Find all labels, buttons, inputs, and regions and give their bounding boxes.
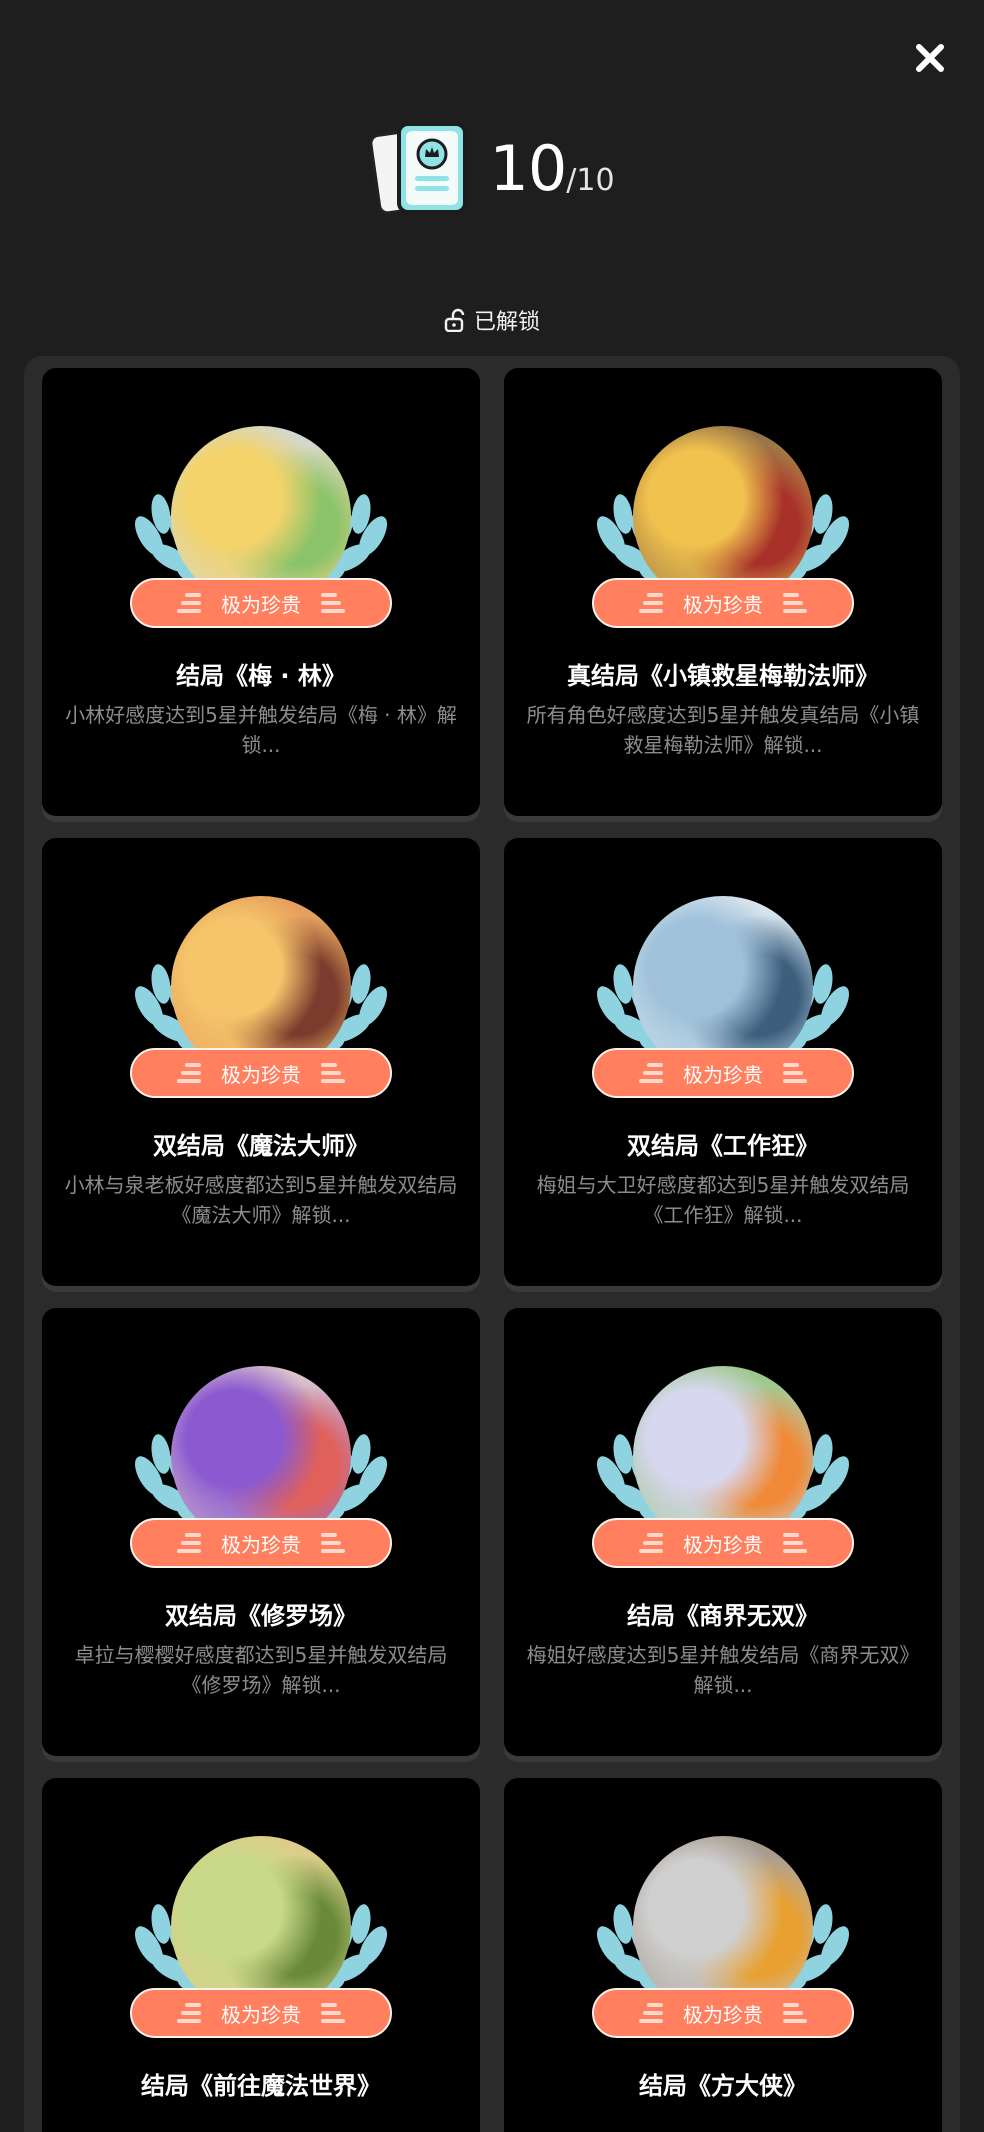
endings-grid: 极为珍贵 结局《梅 · 林》 小林好感度达到5星并触发结局《梅 · 林》解锁..… <box>42 368 942 2132</box>
ending-card[interactable]: 极为珍贵 真结局《小镇救星梅勒法师》 所有角色好感度达到5星并触发真结局《小镇救… <box>504 368 942 816</box>
badge-stripes-icon <box>321 2003 345 2023</box>
ending-description: 小林好感度达到5星并触发结局《梅 · 林》解锁... <box>65 703 457 757</box>
ending-medal: 极为珍贵 <box>592 1836 854 2038</box>
unlocked-filter[interactable]: 已解锁 <box>0 302 984 338</box>
collection-header: 10 / 10 <box>0 118 984 218</box>
rarity-badge: 极为珍贵 <box>130 1048 392 1098</box>
badge-stripes-icon <box>177 593 201 613</box>
ending-card[interactable]: 极为珍贵 结局《梅 · 林》 小林好感度达到5星并触发结局《梅 · 林》解锁..… <box>42 368 480 816</box>
ending-description: 卓拉与樱樱好感度都达到5星并触发双结局《修罗场》解锁... <box>74 1643 448 1697</box>
badge-stripes-icon <box>321 593 345 613</box>
rarity-label: 极为珍贵 <box>683 1062 763 1087</box>
ending-medal: 极为珍贵 <box>130 1366 392 1568</box>
ending-card[interactable]: 极为珍贵 双结局《魔法大师》 小林与泉老板好感度都达到5星并触发双结局《魔法大师… <box>42 838 480 1286</box>
badge-stripes-icon <box>783 2003 807 2023</box>
unlock-counter: 10 / 10 <box>489 132 614 205</box>
badge-stripes-icon <box>783 593 807 613</box>
ending-card[interactable]: 极为珍贵 结局《商界无双》 梅姐好感度达到5星并触发结局《商界无双》解锁... <box>504 1308 942 1756</box>
badge-stripes-icon <box>321 1063 345 1083</box>
rarity-badge: 极为珍贵 <box>592 578 854 628</box>
rarity-label: 极为珍贵 <box>221 1532 301 1557</box>
badge-stripes-icon <box>639 1063 663 1083</box>
rarity-badge: 极为珍贵 <box>592 1988 854 2038</box>
rarity-label: 极为珍贵 <box>683 592 763 617</box>
badge-stripes-icon <box>177 1063 201 1083</box>
badge-stripes-icon <box>177 2003 201 2023</box>
ending-description: 梅姐好感度达到5星并触发结局《商界无双》解锁... <box>526 1643 920 1697</box>
badge-stripes-icon <box>639 1533 663 1553</box>
ending-medal: 极为珍贵 <box>130 426 392 628</box>
ending-card[interactable]: 极为珍贵 结局《前往魔法世界》 <box>42 1778 480 2132</box>
ending-card[interactable]: 极为珍贵 双结局《修罗场》 卓拉与樱樱好感度都达到5星并触发双结局《修罗场》解锁… <box>42 1308 480 1756</box>
rarity-label: 极为珍贵 <box>221 592 301 617</box>
ending-card[interactable]: 极为珍贵 双结局《工作狂》 梅姐与大卫好感度都达到5星并触发双结局《工作狂》解锁… <box>504 838 942 1286</box>
rarity-badge: 极为珍贵 <box>130 578 392 628</box>
ending-description: 梅姐与大卫好感度都达到5星并触发双结局《工作狂》解锁... <box>536 1173 910 1227</box>
badge-stripes-icon <box>639 2003 663 2023</box>
ending-title: 双结局《修罗场》 <box>165 1602 357 1630</box>
ending-title: 双结局《魔法大师》 <box>153 1132 369 1160</box>
rarity-label: 极为珍贵 <box>221 2002 301 2027</box>
rarity-badge: 极为珍贵 <box>130 1988 392 2038</box>
counter-separator: / <box>566 162 577 198</box>
rarity-label: 极为珍贵 <box>683 2002 763 2027</box>
ending-description: 所有角色好感度达到5星并触发真结局《小镇救星梅勒法师》解锁... <box>526 703 920 757</box>
unlock-icon <box>444 308 465 332</box>
badge-stripes-icon <box>639 593 663 613</box>
ending-card[interactable]: 极为珍贵 结局《方大侠》 <box>504 1778 942 2132</box>
total-count: 10 <box>576 162 615 198</box>
rarity-badge: 极为珍贵 <box>592 1518 854 1568</box>
close-icon <box>916 44 944 72</box>
unlocked-label: 已解锁 <box>473 310 540 335</box>
ending-medal: 极为珍贵 <box>592 426 854 628</box>
ending-title: 结局《前往魔法世界》 <box>141 2072 381 2100</box>
ending-medal: 极为珍贵 <box>592 896 854 1098</box>
badge-stripes-icon <box>177 1533 201 1553</box>
badge-stripes-icon <box>783 1063 807 1083</box>
ending-title: 结局《梅 · 林》 <box>176 662 346 690</box>
ending-medal: 极为珍贵 <box>130 1836 392 2038</box>
rarity-label: 极为珍贵 <box>683 1532 763 1557</box>
ending-title: 结局《商界无双》 <box>627 1602 819 1630</box>
close-button[interactable] <box>908 36 952 80</box>
rarity-badge: 极为珍贵 <box>592 1048 854 1098</box>
unlocked-count: 10 <box>489 131 567 205</box>
badge-stripes-icon <box>783 1533 807 1553</box>
ending-description: 小林与泉老板好感度都达到5星并触发双结局《魔法大师》解锁... <box>64 1173 458 1227</box>
ending-title: 结局《方大侠》 <box>639 2072 807 2100</box>
ending-title: 双结局《工作狂》 <box>627 1132 819 1160</box>
card-collection-icon <box>369 122 468 215</box>
ending-medal: 极为珍贵 <box>130 896 392 1098</box>
rarity-badge: 极为珍贵 <box>130 1518 392 1568</box>
badge-stripes-icon <box>321 1533 345 1553</box>
rarity-label: 极为珍贵 <box>221 1062 301 1087</box>
ending-medal: 极为珍贵 <box>592 1366 854 1568</box>
ending-title: 真结局《小镇救星梅勒法师》 <box>567 662 879 690</box>
